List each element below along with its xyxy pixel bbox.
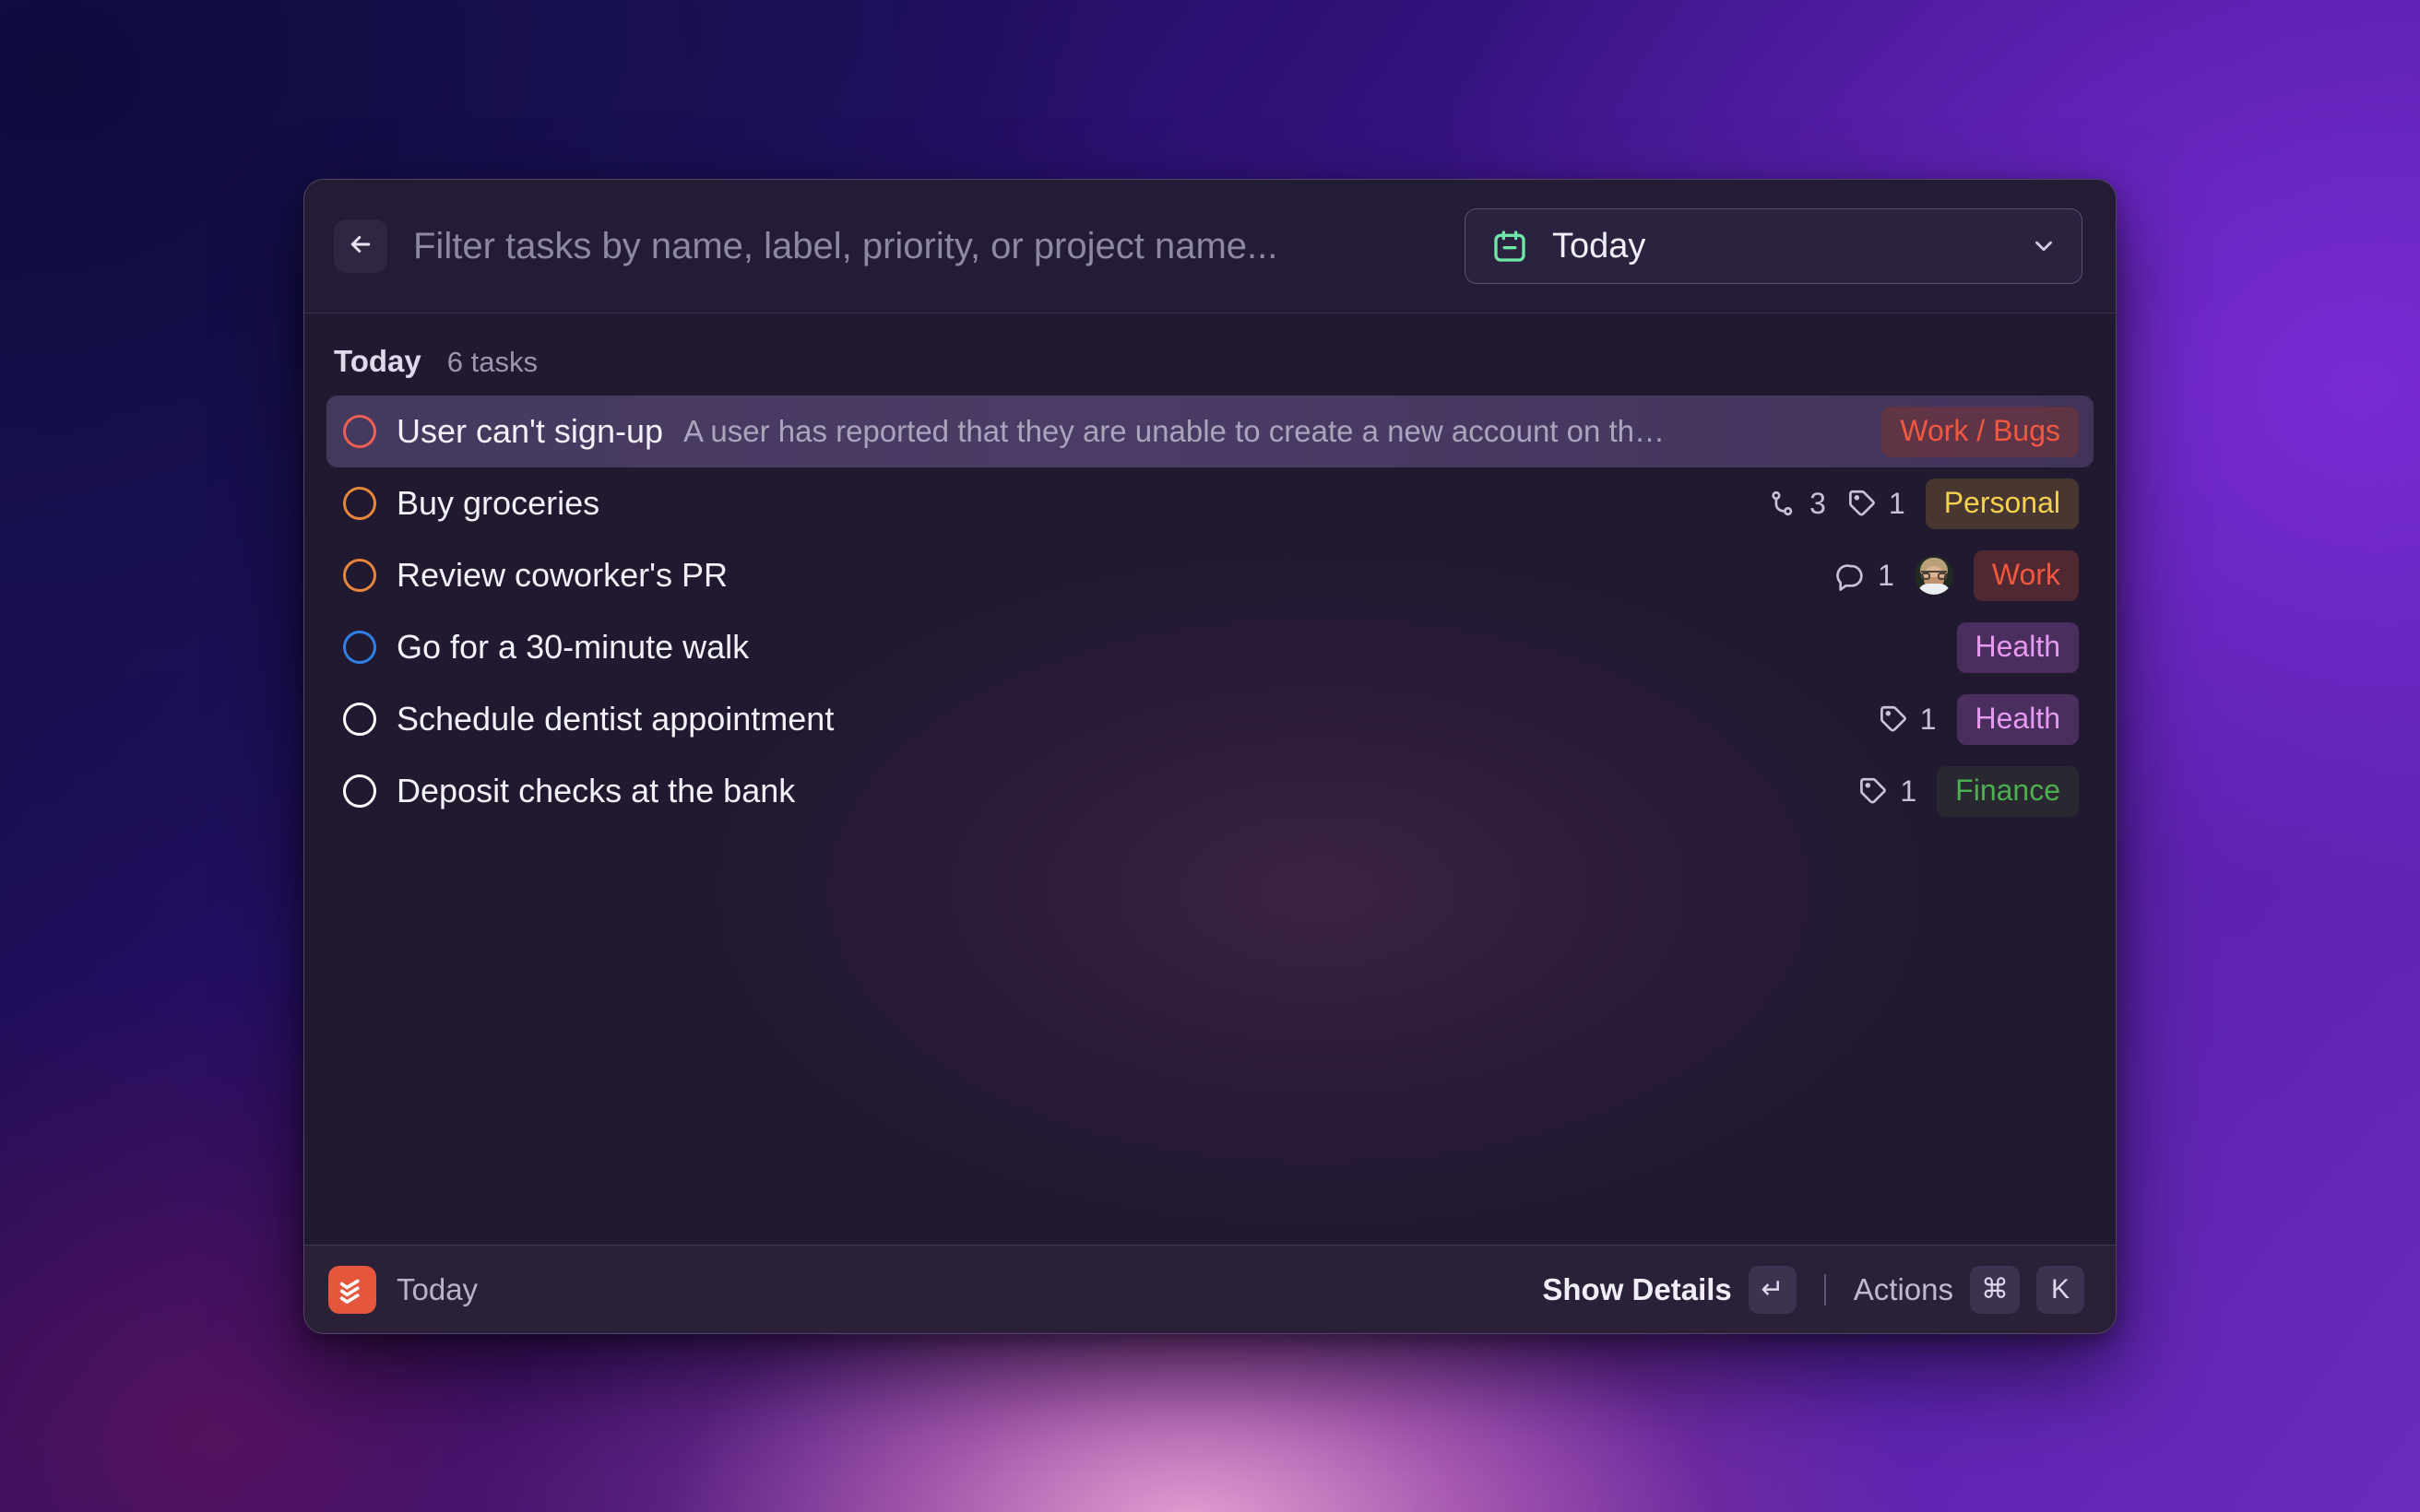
task-title: Schedule dentist appointment xyxy=(397,700,835,738)
footer-shortcuts: Show Details ↵ Actions ⌘ K xyxy=(1542,1265,2084,1314)
task-checkbox[interactable] xyxy=(343,703,376,736)
tag-icon xyxy=(1857,775,1889,807)
command-palette-window: Today Today 6 tasks User can't sign-up A … xyxy=(303,179,2117,1334)
project-badge[interactable]: Work xyxy=(1973,549,2079,601)
task-title: Deposit checks at the bank xyxy=(397,772,796,809)
task-checkbox[interactable] xyxy=(343,774,376,808)
task-row[interactable]: Deposit checks at the bank 1 Finance xyxy=(326,755,2094,827)
arrow-left-icon xyxy=(347,230,374,263)
search-input[interactable] xyxy=(387,225,1465,267)
group-title: Today xyxy=(334,344,421,378)
task-row[interactable]: Buy groceries 3 1 Personal xyxy=(326,467,2094,539)
calendar-today-icon xyxy=(1491,228,1528,265)
label-count-value: 1 xyxy=(1919,702,1937,736)
task-rows: User can't sign-up A user has reported th… xyxy=(304,396,2116,827)
date-filter-label: Today xyxy=(1552,226,1646,266)
tag-icon xyxy=(1878,703,1909,735)
search-bar: Today xyxy=(304,180,2116,313)
date-filter-select[interactable]: Today xyxy=(1465,208,2082,284)
k-key[interactable]: K xyxy=(2036,1265,2084,1314)
task-checkbox[interactable] xyxy=(343,415,376,448)
comment-count-value: 1 xyxy=(1878,558,1894,592)
project-badge[interactable]: Work / Bugs xyxy=(1881,406,2079,457)
enter-key[interactable]: ↵ xyxy=(1748,1265,1797,1314)
chevron-down-icon xyxy=(2030,232,2058,260)
project-badge[interactable]: Health xyxy=(1956,693,2079,745)
task-row[interactable]: User can't sign-up A user has reported th… xyxy=(326,396,2094,467)
project-badge[interactable]: Finance xyxy=(1937,765,2079,817)
group-task-count: 6 tasks xyxy=(446,346,538,378)
todoist-logo-icon xyxy=(328,1265,376,1314)
task-title: Go for a 30-minute walk xyxy=(397,628,750,666)
subtask-icon xyxy=(1767,488,1798,519)
task-group-header: Today 6 tasks xyxy=(304,313,2116,396)
task-title: User can't sign-up xyxy=(397,412,664,450)
project-badge[interactable]: Health xyxy=(1956,621,2079,673)
label-count: 1 xyxy=(1857,774,1916,809)
back-button[interactable] xyxy=(334,219,387,273)
cmd-key[interactable]: ⌘ xyxy=(1970,1265,2020,1314)
label-count: 1 xyxy=(1878,703,1937,737)
comment-icon xyxy=(1835,560,1867,591)
task-row[interactable]: Review coworker's PR 1 Work xyxy=(326,539,2094,611)
actions-label[interactable]: Actions xyxy=(1854,1272,1953,1307)
show-details-label[interactable]: Show Details xyxy=(1542,1272,1731,1307)
comment-count: 1 xyxy=(1835,559,1894,593)
subtask-count: 3 xyxy=(1767,487,1826,521)
footer-divider xyxy=(1823,1273,1826,1305)
label-count: 1 xyxy=(1846,487,1905,521)
footer-bar: Today Show Details ↵ Actions ⌘ K xyxy=(304,1245,2116,1333)
footer-context-label: Today xyxy=(397,1271,479,1306)
task-checkbox[interactable] xyxy=(343,559,376,592)
task-checkbox[interactable] xyxy=(343,631,376,664)
label-count-value: 1 xyxy=(1900,774,1917,808)
subtask-count-value: 3 xyxy=(1809,486,1826,520)
task-list: Today 6 tasks User can't sign-up A user h… xyxy=(304,313,2116,1245)
task-description: A user has reported that they are unable… xyxy=(683,414,1666,448)
project-badge[interactable]: Personal xyxy=(1925,478,2079,529)
tag-icon xyxy=(1846,488,1878,519)
task-title: Review coworker's PR xyxy=(397,556,728,594)
task-row[interactable]: Schedule dentist appointment 1 Health xyxy=(326,683,2094,755)
task-checkbox[interactable] xyxy=(343,487,376,520)
task-row[interactable]: Go for a 30-minute walk Health xyxy=(326,611,2094,683)
avatar xyxy=(1914,556,1953,595)
task-title: Buy groceries xyxy=(397,484,600,522)
label-count-value: 1 xyxy=(1888,486,1905,520)
